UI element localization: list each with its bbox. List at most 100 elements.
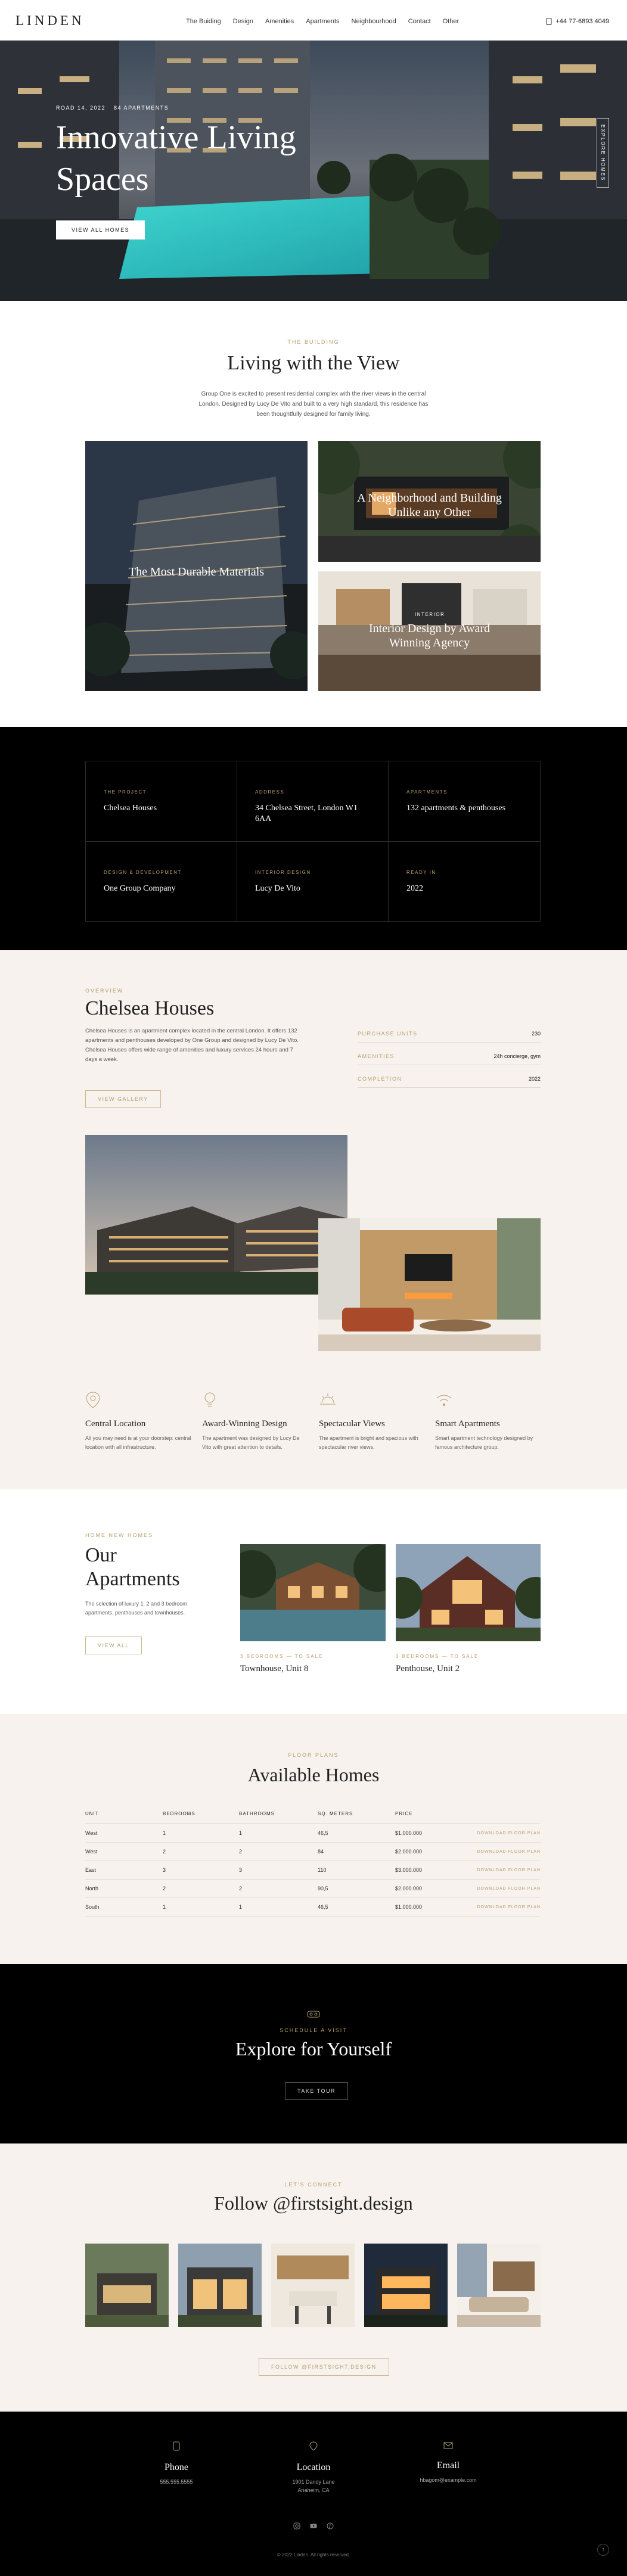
view-all-button[interactable]: VIEW ALL: [85, 1637, 142, 1654]
cell-bathrooms: 2: [239, 1879, 318, 1898]
apartments-title-line2: Apartments: [85, 1568, 180, 1590]
feature-title: Spectacular Views: [319, 1419, 385, 1429]
feature-central-location: Central Location All you may need is at …: [85, 1391, 193, 1452]
feature-desc: The apartment was designed by Lucy De Vi…: [202, 1435, 300, 1450]
nav-design[interactable]: Design: [233, 18, 253, 25]
col-bathrooms: BATHROOMS: [239, 1811, 318, 1824]
feature-title: Award-Winning Design: [202, 1419, 287, 1429]
stat-value: 24h concierge, gym: [493, 1053, 541, 1059]
nav-other[interactable]: Other: [443, 18, 460, 25]
living-eyebrow: THE BUILDING: [287, 339, 340, 345]
explore-section: SCHEDULE A VISIT Explore for Yourself TA…: [0, 1964, 627, 2143]
phone-icon: [173, 2441, 180, 2451]
nav-building[interactable]: The Buiding: [186, 18, 221, 25]
cell-unit: West: [85, 1824, 163, 1843]
sun-icon: [320, 1393, 336, 1405]
interior-caption: Interior Design by Award Winning Agency: [318, 621, 541, 650]
table-row: South 1 1 46,5 $1.000.000 DOWNLOAD FLOOR PLAN: [85, 1897, 541, 1917]
chelsea-interior-image[interactable]: [318, 1218, 541, 1351]
gallery-image[interactable]: [271, 2244, 355, 2327]
mail-icon: [443, 2442, 453, 2449]
take-tour-button[interactable]: TAKE TOUR: [285, 2082, 349, 2100]
location-icon: [309, 2441, 318, 2451]
project-cell-apartments: APARTMENTS 132 apartments & penthouses: [389, 761, 540, 842]
ready-label: READY IN: [406, 870, 436, 875]
apartment-card-penthouse[interactable]: 3 BEDROOMS — TO SALE Penthouse, Unit 2: [381, 1544, 557, 1674]
stat-purchase: PURCHASE UNITS 230: [358, 1031, 541, 1043]
apartments-description: The selection of luxury 1, 2 and 3 bedro…: [85, 1601, 187, 1616]
instagram-icon[interactable]: [293, 2522, 300, 2530]
nav-amenities[interactable]: Amenities: [265, 18, 294, 25]
header-phone[interactable]: +44 77-6893 4049: [546, 18, 609, 25]
download-floor-plan-link[interactable]: DOWNLOAD FLOOR PLAN: [467, 1861, 541, 1880]
nav-contact[interactable]: Contact: [408, 18, 431, 25]
download-floor-plan-link[interactable]: DOWNLOAD FLOOR PLAN: [467, 1824, 541, 1843]
homes-table: UNIT BEDROOMS BATHROOMS SQ. METERS PRICE…: [85, 1811, 541, 1917]
feature-title: Central Location: [85, 1419, 146, 1429]
interior-label: INTERIOR DESIGN: [255, 870, 311, 875]
gallery-image[interactable]: [85, 2244, 169, 2327]
cell-sqm: 90,5: [318, 1879, 395, 1898]
cell-sqm: 110: [318, 1861, 395, 1880]
footer-email-address[interactable]: hbagom@example.com: [389, 2476, 508, 2484]
view-all-homes-button[interactable]: VIEW ALL HOMES: [56, 220, 145, 239]
neighborhood-caption-line2: Unlike any Other: [388, 506, 471, 519]
nav-apartments[interactable]: Apartments: [306, 18, 339, 25]
project-grid: THE PROJECT Chelsea Houses ADDRESS 34 Chel…: [85, 761, 541, 922]
nav-neighbourhood[interactable]: Neighbourhood: [352, 18, 396, 25]
pinterest-icon[interactable]: [327, 2522, 334, 2530]
chelsea-exterior-image[interactable]: [85, 1135, 347, 1295]
cell-bathrooms: 1: [239, 1824, 318, 1843]
apartment-card-townhouse[interactable]: 3 BEDROOMS — TO SALE Townhouse, Unit 8: [228, 1544, 401, 1674]
apartments-section: HOME NEW HOMES Our Apartments The select…: [0, 1489, 627, 1714]
feature-smart: Smart Apartments Smart apartment technol…: [435, 1391, 542, 1452]
feature-desc: The apartment is bright and spacious wit…: [319, 1435, 418, 1450]
stat-label: PURCHASE UNITS: [358, 1031, 418, 1037]
cell-unit: West: [85, 1842, 163, 1861]
download-floor-plan-link[interactable]: DOWNLOAD FLOOR PLAN: [467, 1879, 541, 1898]
homes-title: Available Homes: [247, 1764, 380, 1785]
stat-value: 2022: [528, 1076, 541, 1082]
apartments-title-line1: Our: [85, 1544, 117, 1566]
col-download: [467, 1811, 541, 1824]
apartments-eyebrow: HOME NEW HOMES: [85, 1532, 154, 1538]
site-header: LINDEN The Buiding Design Amenities Apar…: [0, 0, 627, 41]
hero-title-line2: Spaces: [56, 161, 149, 198]
table-row: West 2 2 84 $2.000.000 DOWNLOAD FLOOR PLAN: [85, 1842, 541, 1861]
logo[interactable]: LINDEN: [15, 13, 85, 29]
footer-address: 1901 Dandy Lane Anaheim, CA: [292, 2479, 335, 2493]
developer-value: One Group Company: [104, 884, 176, 893]
back-to-top-button[interactable]: ↑: [597, 2544, 609, 2556]
download-floor-plan-link[interactable]: DOWNLOAD FLOOR PLAN: [467, 1842, 541, 1861]
neighborhood-card[interactable]: A Neighborhood and Building Unlike any O…: [318, 441, 541, 562]
explore-homes-vertical[interactable]: EXPLORE HOMES: [597, 118, 609, 188]
footer-phone-number[interactable]: 555.555.5555: [117, 2478, 236, 2486]
gallery-image[interactable]: [457, 2244, 541, 2327]
gallery-image[interactable]: [364, 2244, 448, 2327]
footer-phone-title: Phone: [164, 2462, 188, 2472]
vr-headset-icon: [307, 2011, 320, 2018]
apartments-label: APARTMENTS: [406, 789, 448, 795]
follow-eyebrow: LET'S CONNECT: [284, 2182, 343, 2188]
living-description: Group One is excited to present resident…: [198, 391, 429, 418]
social-links: [0, 2522, 627, 2530]
cell-sqm: 84: [318, 1842, 395, 1861]
feature-title: Smart Apartments: [435, 1419, 500, 1429]
cell-unit: East: [85, 1861, 163, 1880]
interior-card[interactable]: INTERIOR Interior Design by Award Winnin…: [318, 571, 541, 691]
footer-phone: Phone 555.555.5555: [117, 2441, 236, 2486]
youtube-icon[interactable]: [310, 2522, 317, 2530]
download-floor-plan-link[interactable]: DOWNLOAD FLOOR PLAN: [467, 1897, 541, 1917]
apartment-meta: 3 BEDROOMS — TO SALE: [240, 1654, 324, 1659]
apartment-meta: 3 BEDROOMS — TO SALE: [396, 1654, 479, 1659]
follow-instagram-button[interactable]: FOLLOW @FIRSTSIGHT.DESIGN: [259, 2358, 389, 2376]
gallery-image[interactable]: [178, 2244, 262, 2327]
view-gallery-button[interactable]: VIEW GALLERY: [85, 1090, 161, 1108]
townhouse-image: [228, 1544, 401, 1641]
project-label: THE PROJECT: [104, 789, 147, 795]
project-cell-ready: READY IN 2022: [389, 842, 540, 922]
follow-title: Follow @firstsight.design: [214, 2192, 413, 2214]
cell-unit: South: [85, 1897, 163, 1917]
footer-location-title: Location: [296, 2462, 331, 2472]
materials-card[interactable]: The Most Durable Materials: [85, 441, 308, 691]
